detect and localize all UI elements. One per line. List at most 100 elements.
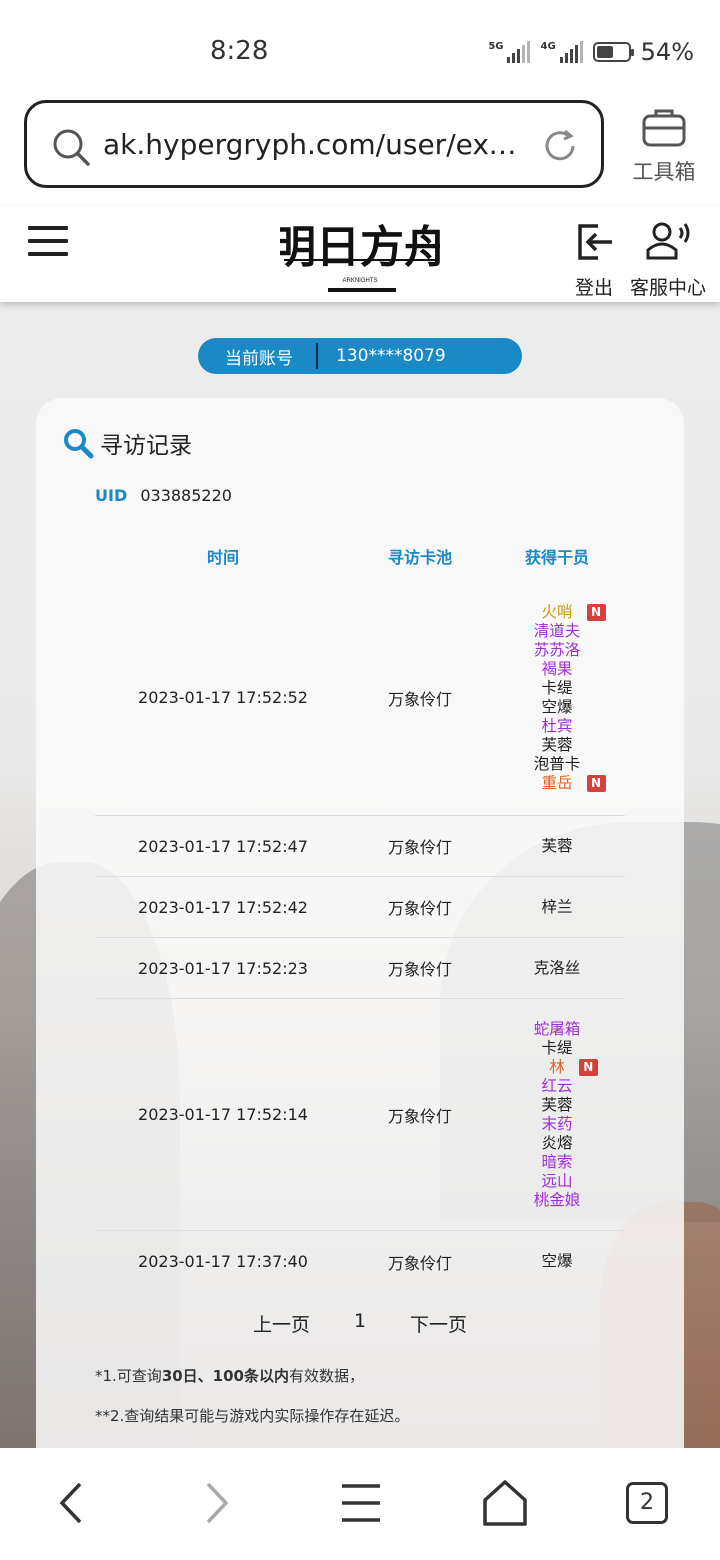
site-header: 明日方舟 ARKNIGHTS 登出 客服中心 bbox=[0, 206, 720, 302]
uid-label: UID bbox=[95, 486, 128, 505]
table-row: 2023-01-17 17:52:52 万象伶仃 火哨 N 清道夫 苏苏洛 褐果 卡缇 空爆 杜宾… bbox=[95, 580, 625, 816]
operator-name: 重岳 N bbox=[541, 774, 606, 793]
svg-text:ARKNIGHTS: ARKNIGHTS bbox=[342, 278, 377, 284]
operator-name: 清道夫 bbox=[533, 621, 581, 640]
browser-bottom-nav: 2 bbox=[0, 1448, 720, 1560]
new-badge: N bbox=[586, 603, 606, 621]
row-pool: 万象伶仃 bbox=[387, 899, 452, 918]
row-operators: 芙蓉 bbox=[489, 837, 625, 856]
operator-name: 褐果 bbox=[541, 659, 573, 678]
pagination: 上一页 1 下一页 bbox=[36, 1310, 684, 1337]
table-row: 2023-01-17 17:52:47 万象伶仃 芙蓉 bbox=[95, 816, 625, 877]
operator-name: 林N bbox=[549, 1058, 598, 1077]
operator-name: 蛇屠箱 bbox=[533, 1019, 581, 1038]
row-time: 2023-01-17 17:52:52 bbox=[138, 688, 308, 707]
new-badge: N bbox=[586, 774, 606, 792]
network-5g-label: 5G bbox=[488, 41, 504, 52]
menu-icon[interactable] bbox=[336, 1478, 386, 1528]
row-time: 2023-01-17 17:52:23 bbox=[138, 958, 308, 978]
logout-icon bbox=[578, 224, 612, 260]
row-operators: 梓兰 bbox=[489, 898, 625, 917]
row-pool: 万象伶仃 bbox=[387, 1253, 452, 1273]
address-bar[interactable]: ak.hypergryph.com/user/exch... bbox=[24, 100, 604, 188]
table-body: 2023-01-17 17:52:52 万象伶仃 火哨 N 清道夫 苏苏洛 褐果 卡缇 空爆 杜宾… bbox=[95, 580, 625, 1292]
operator-name: 梓兰 bbox=[541, 897, 573, 916]
table-header: 时间 寻访卡池 获得干员 bbox=[95, 532, 625, 580]
url-text[interactable]: ak.hypergryph.com/user/exch... bbox=[103, 128, 523, 161]
operator-name: 泡普卡 bbox=[533, 754, 581, 773]
operator-name: 空爆 bbox=[541, 1252, 573, 1270]
uid-value: 033885220 bbox=[140, 486, 232, 505]
battery-icon bbox=[592, 42, 634, 62]
customer-service-label: 客服中心 bbox=[630, 277, 707, 299]
customer-service-icon bbox=[646, 222, 690, 260]
search-icon bbox=[53, 129, 90, 166]
tabs-icon[interactable]: 2 bbox=[626, 1482, 668, 1524]
account-value: 130****8079 bbox=[336, 346, 446, 366]
logout-label: 登出 bbox=[574, 277, 613, 299]
operator-name: 末药 bbox=[541, 1114, 573, 1133]
operator-name: 卡缇 bbox=[541, 1038, 573, 1057]
operator-name: 炎熔 bbox=[541, 1133, 573, 1152]
row-time: 2023-01-17 17:52:14 bbox=[138, 1105, 308, 1124]
gacha-record-card: 寻访记录 UID 033885220 时间 寻访卡池 获得干员 2023-01-… bbox=[36, 398, 684, 1448]
toolbox-label: 工具箱 bbox=[632, 160, 696, 184]
column-header-operators: 获得干员 bbox=[524, 548, 589, 567]
operator-name: 杜宾 bbox=[541, 716, 573, 735]
operator-name: 暗索 bbox=[541, 1152, 573, 1171]
operator-name: 远山 bbox=[541, 1171, 573, 1190]
account-label: 当前账号 bbox=[225, 348, 293, 369]
new-badge: N bbox=[578, 1058, 598, 1076]
row-pool: 万象伶仃 bbox=[387, 689, 452, 709]
table-row: 2023-01-17 17:37:40 万象伶仃 空爆 bbox=[95, 1231, 625, 1292]
current-account-pill: 当前账号 130****8079 bbox=[198, 338, 522, 374]
logout-button[interactable]: 登出 bbox=[572, 220, 616, 300]
back-icon[interactable] bbox=[46, 1478, 96, 1528]
arknights-logo[interactable]: 明日方舟 ARKNIGHTS bbox=[280, 218, 440, 296]
row-operators: 空爆 bbox=[489, 1252, 625, 1271]
customer-service-button[interactable]: 客服中心 bbox=[630, 220, 706, 300]
status-indicators: 5G 4G 54% bbox=[488, 38, 694, 66]
uid-row: UID 033885220 bbox=[95, 486, 232, 505]
row-time: 2023-01-17 17:52:47 bbox=[138, 836, 308, 856]
operator-name: 空爆 bbox=[541, 697, 573, 716]
column-header-time: 时间 bbox=[206, 548, 239, 567]
notes: *1.可查询30日、100条以内有效数据， **2.查询结果可能与游戏内实际操作… bbox=[95, 1356, 409, 1436]
operator-name: 红云 bbox=[541, 1076, 573, 1095]
row-pool: 万象伶仃 bbox=[387, 838, 452, 857]
operator-name: 卡缇 bbox=[541, 678, 573, 697]
reload-icon[interactable] bbox=[541, 127, 579, 165]
status-bar: 8:28 5G 4G 54% bbox=[0, 0, 720, 100]
record-table: 时间 寻访卡池 获得干员 2023-01-17 17:52:52 万象伶仃 火哨 N 清… bbox=[95, 532, 625, 1292]
prev-page-button[interactable]: 上一页 bbox=[253, 1310, 310, 1337]
row-operators: 克洛丝 bbox=[489, 959, 625, 978]
operator-name: 桃金娘 bbox=[533, 1190, 581, 1209]
note-2: **2.查询结果可能与游戏内实际操作存在延迟。 bbox=[95, 1407, 410, 1425]
svg-text:明日方舟: 明日方舟 bbox=[280, 223, 440, 272]
hamburger-menu-icon[interactable] bbox=[28, 226, 68, 260]
row-time: 2023-01-17 17:37:40 bbox=[138, 1252, 308, 1271]
row-pool: 万象伶仃 bbox=[387, 960, 452, 979]
toolbox-button[interactable]: 工具箱 bbox=[628, 106, 700, 186]
next-page-button[interactable]: 下一页 bbox=[410, 1310, 467, 1337]
card-title-text: 寻访记录 bbox=[100, 433, 192, 459]
row-time: 2023-01-17 17:52:42 bbox=[138, 897, 308, 917]
operator-name: 芙蓉 bbox=[541, 735, 573, 754]
status-time: 8:28 bbox=[210, 36, 269, 66]
row-operators: 蛇屠箱 卡缇林 N 红云 芙蓉 末药 炎熔 暗索 远山 桃金娘 bbox=[489, 1020, 625, 1210]
network-4g-label: 4G bbox=[540, 41, 556, 52]
home-icon[interactable] bbox=[480, 1478, 530, 1528]
tab-count: 2 bbox=[640, 1490, 654, 1515]
forward-icon[interactable] bbox=[192, 1478, 242, 1528]
signal-5g-icon: 5G bbox=[488, 41, 531, 63]
search-icon bbox=[64, 429, 94, 459]
battery-percent: 54% bbox=[640, 38, 694, 66]
operator-name: 芙蓉 bbox=[541, 836, 573, 855]
toolbox-icon bbox=[642, 109, 686, 147]
operator-name: 苏苏洛 bbox=[533, 640, 581, 659]
signal-4g-icon: 4G bbox=[540, 41, 583, 63]
current-page: 1 bbox=[353, 1310, 367, 1332]
card-title: 寻访记录 bbox=[62, 426, 192, 460]
table-row: 2023-01-17 17:52:23 万象伶仃 克洛丝 bbox=[95, 938, 625, 999]
operator-name: 芙蓉 bbox=[541, 1095, 573, 1114]
